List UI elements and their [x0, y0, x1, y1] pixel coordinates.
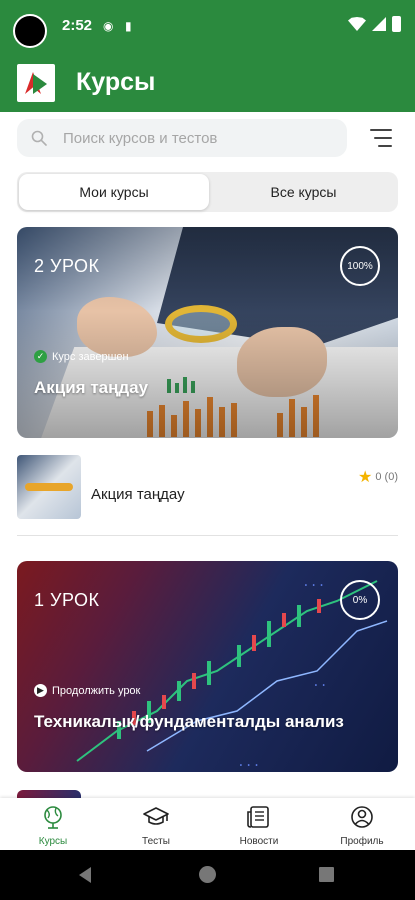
svg-text:...: ...	[302, 575, 325, 590]
app-bar: Курсы	[0, 58, 415, 112]
lesson-count: 1 УРОК	[34, 590, 100, 610]
tab-all-courses[interactable]: Все курсы	[211, 174, 396, 210]
globe-icon	[44, 806, 62, 829]
nav-item-profile[interactable]: Профиль	[312, 802, 412, 850]
wifi-icon	[348, 17, 366, 31]
app-logo	[17, 64, 55, 102]
progress-ring: 0%	[340, 580, 380, 620]
status-time: 2:52	[62, 17, 93, 34]
star-icon: ★	[358, 469, 373, 486]
sd-card-icon: ▮	[125, 19, 132, 33]
nav-item-courses[interactable]: Курсы	[3, 802, 103, 850]
system-nav-bar	[0, 850, 415, 900]
list-item[interactable]: Акция таңдау ★ 0 (0)	[17, 455, 398, 521]
home-icon[interactable]	[199, 866, 216, 883]
filter-icon	[370, 129, 392, 131]
signal-icon	[372, 17, 386, 31]
search-input[interactable]	[63, 119, 339, 157]
svg-text:...: ...	[237, 755, 260, 770]
course-title: Техникалық/фундаменталды анализ	[34, 712, 344, 731]
graduation-cap-icon	[143, 807, 169, 825]
bottom-nav: Курсы Тесты Новости Профиль	[0, 798, 415, 850]
status-badge[interactable]: ▶ Продолжить урок	[34, 684, 140, 697]
course-tabs: Мои курсы Все курсы	[17, 172, 398, 212]
newspaper-icon	[247, 806, 269, 828]
course-card[interactable]: 2 УРОК 100% ✓ Курс завершен Акция таңдау	[17, 227, 398, 438]
search-icon	[31, 130, 47, 146]
camera-dot	[13, 14, 47, 48]
rating: ★ 0 (0)	[358, 469, 398, 486]
nav-item-tests[interactable]: Тесты	[106, 802, 206, 850]
status-bar: 2:52 ◉ ▮	[0, 0, 415, 58]
tab-my-courses[interactable]: Мои курсы	[19, 174, 209, 210]
search-bar	[17, 119, 347, 157]
play-icon: ▶	[34, 684, 47, 697]
check-icon: ✓	[34, 350, 47, 363]
list-item-title: Акция таңдау	[91, 486, 185, 503]
app-notification-icon: ◉	[103, 19, 114, 33]
filter-button[interactable]	[368, 126, 394, 150]
back-icon[interactable]	[79, 867, 91, 883]
course-card[interactable]: ........ 1 УРОК 0% ▶ Продолжить урок Тех…	[17, 561, 398, 772]
divider	[17, 535, 398, 536]
battery-icon	[392, 16, 401, 32]
svg-text:..: ..	[312, 675, 328, 690]
lesson-count: 2 УРОК	[34, 256, 100, 276]
profile-icon	[351, 806, 373, 828]
progress-ring: 100%	[340, 246, 380, 286]
course-title: Акция таңдау	[34, 378, 149, 397]
status-icons	[348, 16, 401, 32]
course-thumbnail	[17, 455, 81, 519]
nav-item-news[interactable]: Новости	[209, 802, 309, 850]
recent-apps-icon[interactable]	[319, 867, 334, 882]
status-badge: ✓ Курс завершен	[34, 350, 129, 363]
page-title: Курсы	[76, 68, 156, 96]
